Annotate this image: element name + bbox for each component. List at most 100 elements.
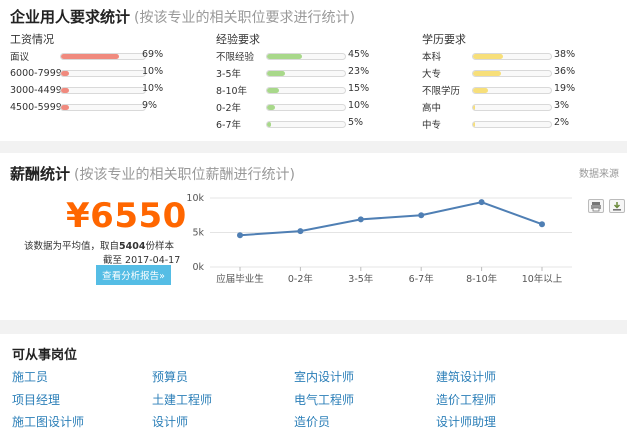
experience-bar-fill <box>267 122 271 127</box>
salary-bar <box>60 70 146 77</box>
experience-bar <box>266 53 346 60</box>
job-link[interactable]: 造价员 <box>294 413 330 430</box>
job-link[interactable]: 土建工程师 <box>152 391 212 408</box>
salary-row: 6000-7999 10% <box>10 66 172 80</box>
experience-row: 8-10年 15% <box>216 83 378 97</box>
download-button[interactable] <box>609 199 625 213</box>
job-link[interactable]: 电气工程师 <box>294 391 354 408</box>
sample-note: 该数据为平均值，取自5404份样本 <box>24 238 174 252</box>
education-row: 中专 2% <box>422 117 584 131</box>
job-link[interactable]: 设计师助理 <box>436 413 496 430</box>
salary-label: 4500-5999 <box>10 101 62 113</box>
education-bar-fill <box>473 54 503 59</box>
chart-point <box>539 221 545 228</box>
education-pct: 3% <box>554 100 570 111</box>
salary-row: 3000-4499 10% <box>10 83 172 97</box>
requirements-title: 企业用人要求统计 (按该专业的相关职位要求进行统计) <box>10 6 355 27</box>
education-label: 中专 <box>422 120 442 131</box>
salary-title-text: 薪酬统计 <box>10 165 71 183</box>
experience-label: 8-10年 <box>216 86 248 97</box>
salary-label: 6000-7999 <box>10 67 62 79</box>
salary-title: 薪酬统计 (按该专业的相关职位薪酬进行统计) <box>10 163 295 184</box>
experience-bar-fill <box>267 54 303 59</box>
education-bar-fill <box>473 122 476 127</box>
education-label: 不限学历 <box>422 86 461 97</box>
salary-pct: 10% <box>142 83 164 94</box>
salary-bar-fill <box>61 54 119 59</box>
salary-bar-fill <box>61 88 70 93</box>
education-label: 高中 <box>422 103 442 114</box>
salary-bar <box>60 104 146 111</box>
chart-x-tick: 应届毕业生 <box>216 273 264 285</box>
experience-row: 3-5年 23% <box>216 66 378 80</box>
experience-row: 6-7年 5% <box>216 117 378 131</box>
experience-bar <box>266 104 346 111</box>
experience-pct: 45% <box>348 49 370 60</box>
job-link[interactable]: 造价工程师 <box>436 391 496 408</box>
download-icon <box>613 202 621 211</box>
experience-label: 6-7年 <box>216 120 242 131</box>
chart-x-tick: 3-5年 <box>348 273 374 285</box>
experience-col-heading: 经验要求 <box>216 33 260 46</box>
sample-note-prefix: 该数据为平均值，取自 <box>24 241 120 252</box>
chart-x-tick: 10年以上 <box>522 273 563 285</box>
education-row: 高中 3% <box>422 100 584 114</box>
section-divider <box>0 141 627 153</box>
data-source-label: 数据来源 <box>579 169 619 180</box>
print-button[interactable] <box>588 199 604 213</box>
experience-row: 0-2年 10% <box>216 100 378 114</box>
job-link[interactable]: 设计师 <box>152 413 188 430</box>
average-salary: ¥6550 <box>66 196 187 236</box>
education-bar <box>472 70 552 77</box>
chart-y-tick: 10k <box>186 193 204 204</box>
education-bar <box>472 104 552 111</box>
salary-bar <box>60 87 146 94</box>
job-link[interactable]: 施工图设计师 <box>12 413 84 430</box>
education-pct: 19% <box>554 83 576 94</box>
requirements-title-text: 企业用人要求统计 <box>10 8 131 26</box>
job-link[interactable]: 建筑设计师 <box>436 368 496 385</box>
chart-y-tick: 0k <box>192 262 204 273</box>
chart-series-line <box>239 201 543 237</box>
salary-label: 3000-4499 <box>10 84 62 96</box>
salary-bar-fill <box>61 105 69 110</box>
requirements-subtitle: (按该专业的相关职位要求进行统计) <box>134 10 355 26</box>
education-bar <box>472 87 552 94</box>
chart-y-tick: 5k <box>192 228 204 239</box>
experience-bar <box>266 87 346 94</box>
experience-label: 3-5年 <box>216 69 242 80</box>
experience-pct: 15% <box>348 83 370 94</box>
job-link[interactable]: 室内设计师 <box>294 368 354 385</box>
salary-col-heading: 工资情况 <box>10 33 54 46</box>
chart-x-tick: 0-2年 <box>288 273 314 285</box>
salary-pct: 9% <box>142 100 158 111</box>
salary-bar-fill <box>61 71 70 76</box>
section-divider-2 <box>0 320 627 334</box>
education-bar-fill <box>473 88 488 93</box>
education-label: 本科 <box>422 52 442 63</box>
salary-pct: 69% <box>142 49 164 60</box>
experience-pct: 10% <box>348 100 370 111</box>
education-row: 不限学历 19% <box>422 83 584 97</box>
salary-label: 面议 <box>10 52 30 63</box>
salary-row: 4500-5999 9% <box>10 100 172 114</box>
date-note: 截至 2017-04-17 <box>103 252 180 266</box>
job-link[interactable]: 施工员 <box>12 368 48 385</box>
education-bar-fill <box>473 71 502 76</box>
chart-x-tick: 6-7年 <box>409 273 435 285</box>
education-bar <box>472 53 552 60</box>
job-link[interactable]: 项目经理 <box>12 391 60 408</box>
view-report-button[interactable]: 查看分析报告» <box>96 265 171 285</box>
salary-pct: 10% <box>142 66 164 77</box>
education-row: 本科 38% <box>422 49 584 63</box>
education-label: 大专 <box>422 69 442 80</box>
experience-pct: 5% <box>348 117 364 128</box>
chart-point <box>357 216 364 223</box>
education-bar-fill <box>473 105 476 110</box>
job-link[interactable]: 预算员 <box>152 368 188 385</box>
experience-label: 不限经验 <box>216 52 255 63</box>
chart-point <box>478 199 485 206</box>
experience-bar <box>266 70 346 77</box>
printer-icon <box>591 202 601 212</box>
salary-line-chart: 10k 5k 0k 应届毕业生 0-2年 3-5年 6-7年 8-10年 10年以上 <box>186 193 572 285</box>
